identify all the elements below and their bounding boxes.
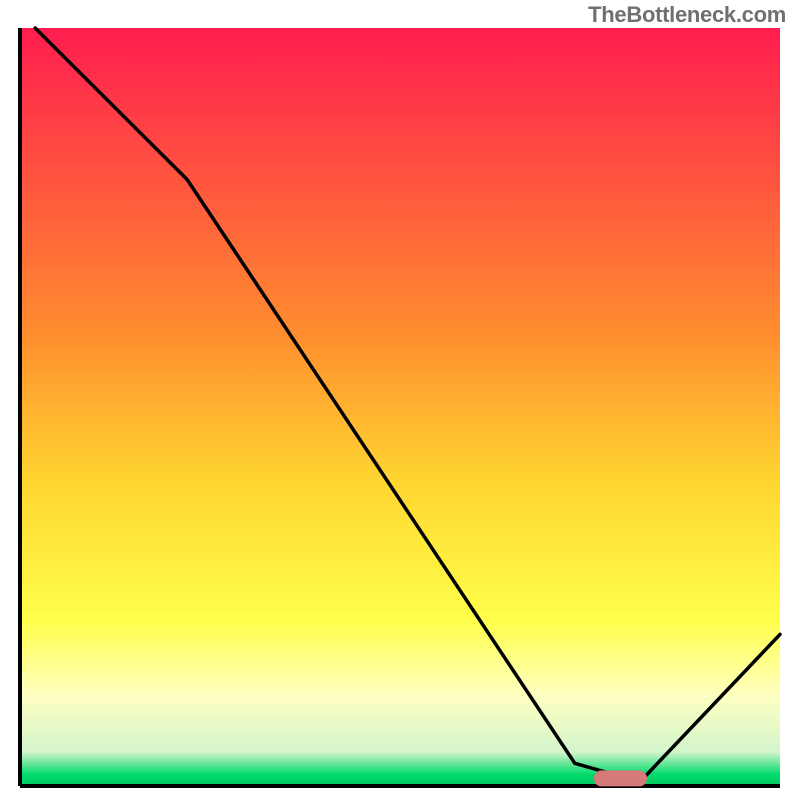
chart-svg: [0, 0, 800, 800]
plot-background: [20, 28, 780, 786]
bottleneck-chart: TheBottleneck.com: [0, 0, 800, 800]
optimal-zone-marker: [594, 770, 647, 786]
watermark-text: TheBottleneck.com: [588, 2, 786, 28]
